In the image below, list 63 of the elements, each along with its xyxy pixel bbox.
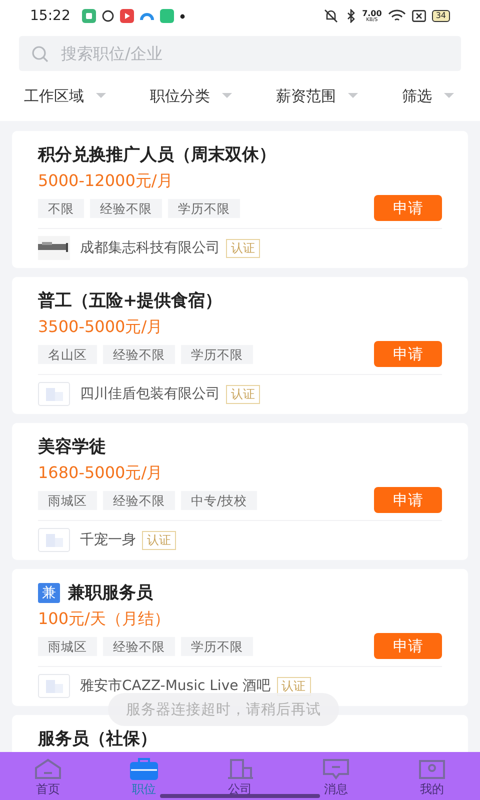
- job-title: 美容学徒: [38, 436, 106, 458]
- app-icon: [160, 9, 174, 23]
- job-title: 兼职服务员: [68, 582, 153, 604]
- job-tag: 雨城区: [38, 490, 97, 510]
- job-tag: 经验不限: [103, 344, 175, 364]
- chat-icon: [102, 10, 114, 22]
- sim-icon: [412, 10, 426, 22]
- home-icon: [33, 758, 63, 780]
- battery-level: 34: [432, 10, 450, 22]
- company-logo-icon: [38, 382, 70, 406]
- job-title: 服务员（社保）: [38, 728, 157, 750]
- caret-icon: [222, 93, 232, 99]
- status-time: 15:22: [30, 8, 70, 24]
- job-title: 普工（五险+提供食宿）: [38, 290, 222, 312]
- wifi-icon: [388, 9, 406, 23]
- bluetooth-icon: [346, 9, 356, 23]
- video-app-icon: [120, 9, 134, 23]
- job-salary: 100元/天（月结）: [38, 609, 171, 629]
- verified-badge: 认证: [226, 238, 260, 258]
- search-field[interactable]: 搜索职位/企业: [19, 36, 461, 71]
- job-tag: 雨城区: [38, 636, 97, 656]
- caret-icon: [348, 93, 358, 99]
- building-icon: [225, 758, 255, 780]
- filter-dropdown[interactable]: 薪资范围: [276, 86, 358, 106]
- job-card[interactable]: 普工（五险+提供食宿） 3500-5000元/月 名山区 经验不限 学历不限 申请 四川佳盾包装有限公司 认证: [12, 277, 468, 414]
- job-tag: 经验不限: [103, 636, 175, 656]
- caret-icon: [96, 93, 106, 99]
- company-name: 四川佳盾包装有限公司: [80, 385, 220, 404]
- company-name: 雅安市CAZZ-Music Live 酒吧: [80, 677, 271, 696]
- job-salary: 3500-5000元/月: [38, 317, 164, 337]
- arc-app-icon: [140, 12, 154, 20]
- message-icon: [321, 758, 351, 780]
- job-tag: 学历不限: [181, 636, 253, 656]
- search-input[interactable]: 搜索职位/企业: [59, 43, 449, 64]
- timeout-toast: 服务器连接超时，请稍后再试: [108, 693, 339, 726]
- job-card[interactable]: 美容学徒 1680-5000元/月 雨城区 经验不限 中专/技校 申请 千宠一身 认证: [12, 423, 468, 560]
- company-logo-icon: [38, 674, 70, 698]
- filter-dropdown[interactable]: 职位分类: [150, 86, 232, 106]
- shield-app-icon: [82, 9, 96, 23]
- job-salary: 1680-5000元/月: [38, 463, 164, 483]
- caret-icon: [444, 93, 454, 99]
- verified-badge: 认证: [142, 530, 176, 550]
- filter-dropdown[interactable]: 筛选: [402, 86, 454, 106]
- job-card[interactable]: 积分兑换推广人员（周末双休） 5000-12000元/月 不限 经验不限 学历不限 申请 成都集志科技有限公司 认证: [12, 131, 468, 268]
- company-logo-icon: [38, 528, 70, 552]
- more-notifications-icon: [180, 14, 186, 18]
- job-tag: 中专/技校: [181, 490, 258, 510]
- verified-badge: 认证: [226, 384, 260, 404]
- job-salary: 5000-12000元/月: [38, 171, 174, 191]
- company-name: 成都集志科技有限公司: [80, 239, 220, 258]
- search-icon: [31, 44, 49, 62]
- job-tag: 经验不限: [90, 198, 162, 218]
- job-tag: 经验不限: [103, 490, 175, 510]
- profile-icon: [417, 758, 447, 780]
- job-tag: 名山区: [38, 344, 97, 364]
- job-tag: 学历不限: [181, 344, 253, 364]
- part-time-badge: 兼: [38, 583, 60, 603]
- company-name: 千宠一身: [80, 531, 136, 550]
- briefcase-icon: [129, 758, 159, 780]
- filter-dropdown[interactable]: 工作区域: [24, 86, 106, 106]
- job-tag: 不限: [38, 198, 84, 218]
- job-title: 积分兑换推广人员（周末双休）: [38, 144, 276, 166]
- job-tag: 学历不限: [168, 198, 240, 218]
